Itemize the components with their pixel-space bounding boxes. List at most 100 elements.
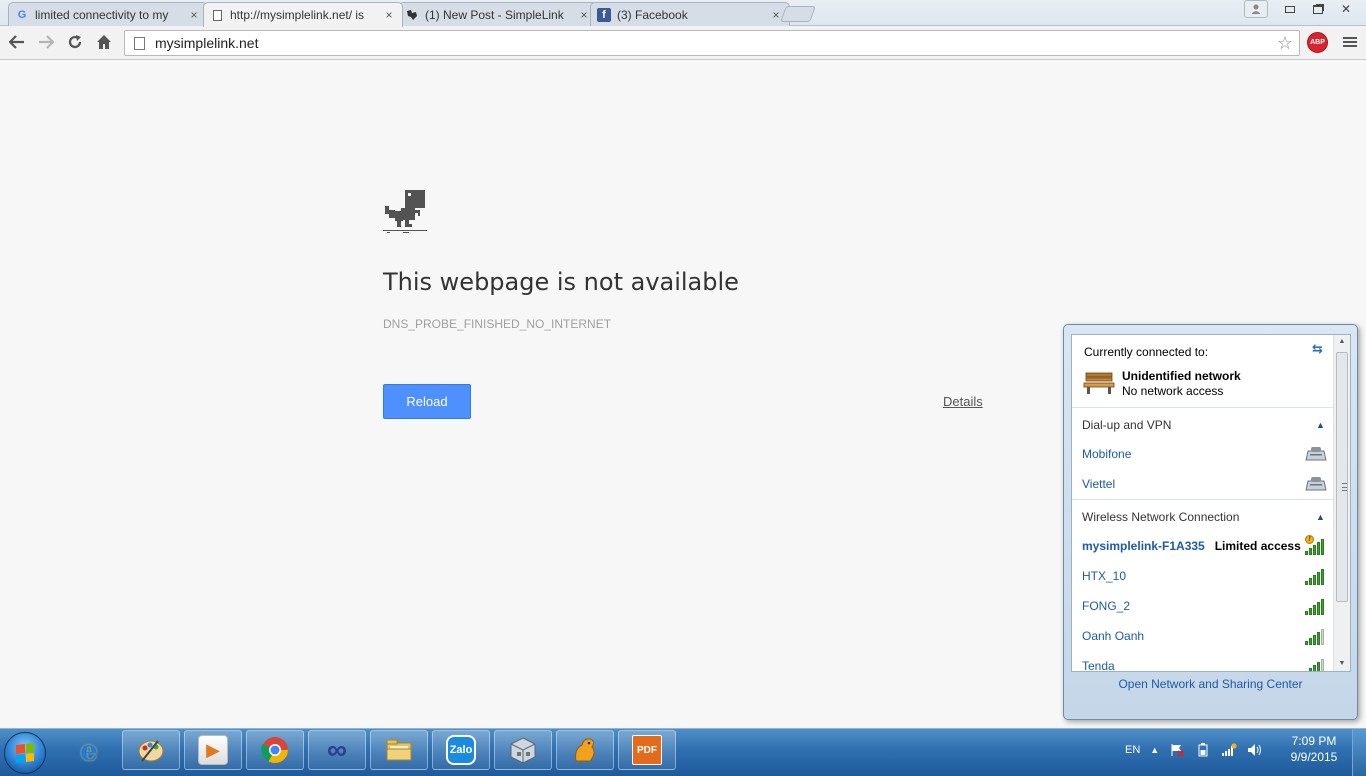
network-flyout: Currently connected to: ⇆ Unidentified n… [1063,324,1358,720]
paint-icon [138,740,164,762]
tab-mysimplelink[interactable]: http://mysimplelink.net/ is × [203,2,403,27]
address-url: mysimplelink.net [155,35,259,51]
google-icon: G [17,8,27,21]
adblock-plus-icon[interactable]: ABP [1307,32,1328,53]
scroll-down-arrow-icon[interactable]: ▼ [1334,657,1350,671]
wifi-signal-icon [1305,597,1327,615]
cube-app-icon [510,737,536,764]
wifi-name: HTX_10 [1082,569,1127,583]
wifi-item-tenda[interactable]: Tenda [1082,656,1327,672]
collapse-chevron-icon[interactable]: ▲ [1316,512,1325,522]
collapse-chevron-icon[interactable]: ▲ [1316,420,1325,430]
wifi-signal-warning-icon: ! [1305,535,1327,555]
minimize-button[interactable] [1276,0,1304,18]
new-tab-button[interactable] [780,6,816,22]
taskbar-squirrel-app[interactable] [556,730,614,770]
chrome-icon [261,737,289,764]
wifi-signal-icon [1305,627,1327,645]
taskbar-file-explorer[interactable] [370,730,428,770]
flyout-scrollbar[interactable]: ▲ ▼ [1333,335,1350,671]
error-code: DNS_PROBE_FINISHED_NO_INTERNET [383,317,612,331]
tab-title: limited connectivity to my [35,7,169,22]
wireless-section-title[interactable]: Wireless Network Connection [1082,510,1239,524]
reload-icon[interactable] [64,31,86,53]
action-center-flag-icon[interactable] [1169,742,1185,758]
taskbar-infinity-app[interactable]: ∞ [308,730,366,770]
dialup-item-viettel[interactable]: Viettel [1082,474,1327,494]
tab-title: (3) Facebook [617,7,688,22]
error-title: This webpage is not available [383,268,739,296]
modem-icon [1305,477,1327,491]
wifi-item-fong2[interactable]: FONG_2 [1082,596,1327,616]
wifi-item-mysimplelink[interactable]: mysimplelink-F1A335 Limited access ! [1082,535,1327,556]
media-player-icon: ▶ [198,735,228,765]
wifi-item-htx10[interactable]: HTX_10 [1082,566,1327,586]
show-hidden-icons-arrow-icon[interactable]: ▲ [1150,745,1159,755]
taskbar-internet-explorer[interactable]: e [60,730,118,770]
close-icon[interactable]: × [187,8,201,22]
windows-logo-icon [16,743,34,763]
volume-speaker-icon[interactable] [1247,742,1263,758]
system-tray: EN ▲ [1125,730,1263,770]
wifi-status: Limited access [1214,539,1301,553]
modem-icon [1305,447,1327,461]
scroll-up-arrow-icon[interactable]: ▲ [1334,335,1350,349]
taskbar-cube-app[interactable] [494,730,552,770]
tab-title: http://mysimplelink.net/ is [230,8,365,22]
reload-button[interactable]: Reload [383,384,471,419]
taskbar-clock[interactable]: 7:09 PM 9/9/2015 [1284,733,1344,765]
page-icon [210,8,224,22]
start-button[interactable] [4,732,46,774]
bookmark-star-icon[interactable]: ☆ [1275,33,1295,54]
infinity-app-icon: ∞ [327,734,347,765]
tab-simplelink-post[interactable]: (1) New Post - SimpleLink × [398,2,598,26]
address-bar[interactable]: mysimplelink.net ☆ [124,30,1300,56]
scroll-thumb[interactable] [1336,352,1348,602]
restore-button[interactable] [1304,0,1332,18]
taskbar-pdf-app[interactable]: PDF [618,730,676,770]
current-network-status: No network access [1122,384,1224,398]
squirrel-app-icon [575,738,595,762]
taskbar-chrome[interactable] [246,730,304,770]
taskbar-paint[interactable] [122,730,180,770]
wifi-item-oanh-oanh[interactable]: Oanh Oanh [1082,626,1327,646]
language-indicator[interactable]: EN [1125,744,1140,756]
close-icon[interactable]: × [382,8,396,22]
clock-time: 7:09 PM [1291,734,1337,748]
taskbar-zalo[interactable]: Zalo [432,730,490,770]
zalo-icon: Zalo [446,735,476,765]
taskbar-media-player[interactable]: ▶ [184,730,242,770]
details-link[interactable]: Details [943,394,983,409]
wifi-name: Oanh Oanh [1082,629,1145,643]
facebook-icon: f [597,7,611,22]
back-arrow-icon[interactable] [6,31,28,53]
forward-arrow-icon[interactable] [35,31,57,53]
ti-icon [405,8,419,22]
connection-name: Viettel [1082,477,1116,491]
offline-dinosaur-icon [383,190,427,233]
dialup-item-mobifone[interactable]: Mobifone [1082,444,1327,464]
show-desktop-button[interactable] [1352,729,1366,776]
battery-power-icon[interactable] [1195,742,1211,758]
tab-google-search[interactable]: G limited connectivity to my × [8,2,208,26]
wifi-name: Tenda [1082,659,1115,672]
file-explorer-icon [386,739,412,761]
tab-strip: G limited connectivity to my × http://my… [0,0,1366,27]
wifi-name: mysimplelink-F1A335 [1082,539,1205,553]
current-network-name: Unidentified network [1122,369,1241,383]
profile-icon[interactable] [1244,0,1268,18]
connected-header: Currently connected to: [1084,345,1209,359]
open-network-sharing-center-link[interactable]: Open Network and Sharing Center [1064,677,1357,691]
close-window-button[interactable]: ✕ [1332,0,1360,18]
close-icon[interactable]: × [577,8,591,22]
home-icon[interactable] [93,31,115,53]
network-signal-warning-icon[interactable] [1221,742,1237,758]
chrome-menu-icon[interactable] [1342,34,1358,50]
wifi-signal-icon [1305,567,1327,585]
wifi-signal-icon [1305,657,1327,671]
tab-facebook[interactable]: f (3) Facebook × [590,2,790,26]
clock-date: 9/9/2015 [1290,750,1338,764]
dialup-vpn-section-title[interactable]: Dial-up and VPN [1082,418,1171,432]
page-icon [134,36,145,50]
refresh-arrows-icon[interactable]: ⇆ [1312,341,1323,357]
